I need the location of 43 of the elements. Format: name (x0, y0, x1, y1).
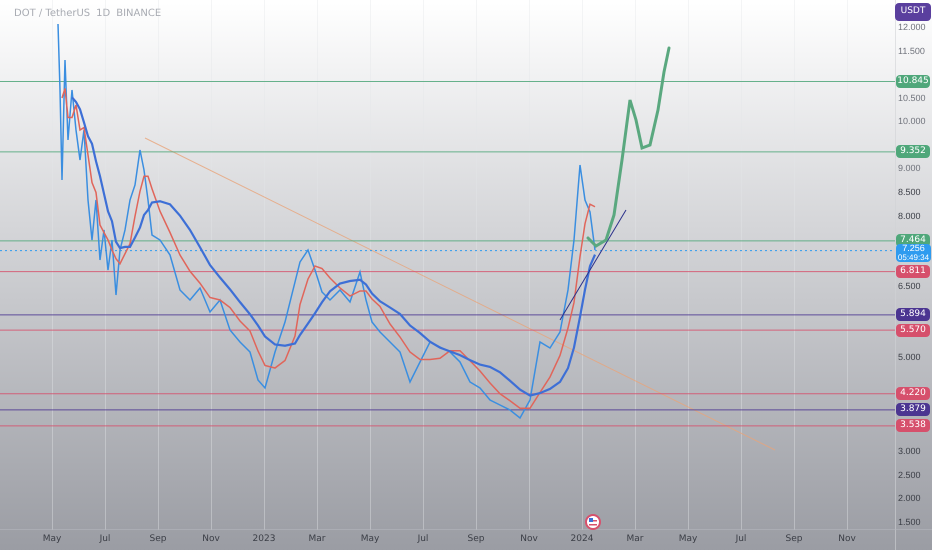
time-tick: Mar (626, 532, 644, 546)
time-tick: Sep (468, 532, 484, 546)
time-tick: Jul (100, 532, 110, 546)
time-tick: May (678, 532, 698, 546)
time-tick: Jul (736, 532, 746, 546)
time-tick: Sep (786, 532, 802, 546)
price-label: 6.811 (896, 265, 930, 278)
price-tick: 2.000 (898, 492, 921, 504)
price-tick: 3.000 (898, 445, 921, 458)
price-tick: 8.000 (898, 210, 921, 222)
time-tick: May (360, 532, 380, 546)
exchange-label: BINANCE (116, 7, 162, 21)
price-tick: 5.000 (898, 350, 921, 363)
time-tick: Sep (150, 532, 166, 546)
flag-icon (585, 514, 601, 530)
time-tick: 2024 (570, 532, 594, 546)
time-tick: Nov (202, 532, 220, 546)
price-label: 10.845 (896, 74, 930, 88)
price-tick: 8.500 (898, 186, 921, 198)
price-label: 4.220 (896, 387, 930, 400)
price-label: 3.879 (896, 403, 930, 416)
price-tick: 10.500 (898, 92, 926, 104)
price-tick: 9.000 (898, 162, 921, 174)
price-tick: 2.500 (898, 468, 921, 481)
price-tick: 1.500 (898, 516, 921, 528)
time-tick: Jul (418, 532, 428, 546)
price-label: 5.570 (896, 324, 930, 337)
symbol-name: DOT / TetherUS (14, 7, 90, 21)
time-tick: Mar (308, 532, 326, 546)
price-label: 5.894 (896, 308, 930, 322)
time-tick: 2023 (252, 532, 276, 546)
time-tick: Nov (520, 532, 538, 546)
interval-label: 1D (96, 7, 110, 21)
price-label: 3.538 (896, 419, 930, 432)
price-label: 9.352 (896, 145, 930, 158)
price-tick: 12.000 (898, 21, 926, 33)
currency-button[interactable]: USDT (895, 3, 931, 21)
countdown-timer: 05:49:34 (898, 252, 930, 262)
time-tick: May (42, 532, 62, 546)
time-tick: Nov (838, 532, 856, 546)
price-tick: 10.000 (898, 115, 926, 128)
price-tick: 11.500 (898, 44, 925, 57)
price-tick: 6.500 (898, 280, 921, 292)
